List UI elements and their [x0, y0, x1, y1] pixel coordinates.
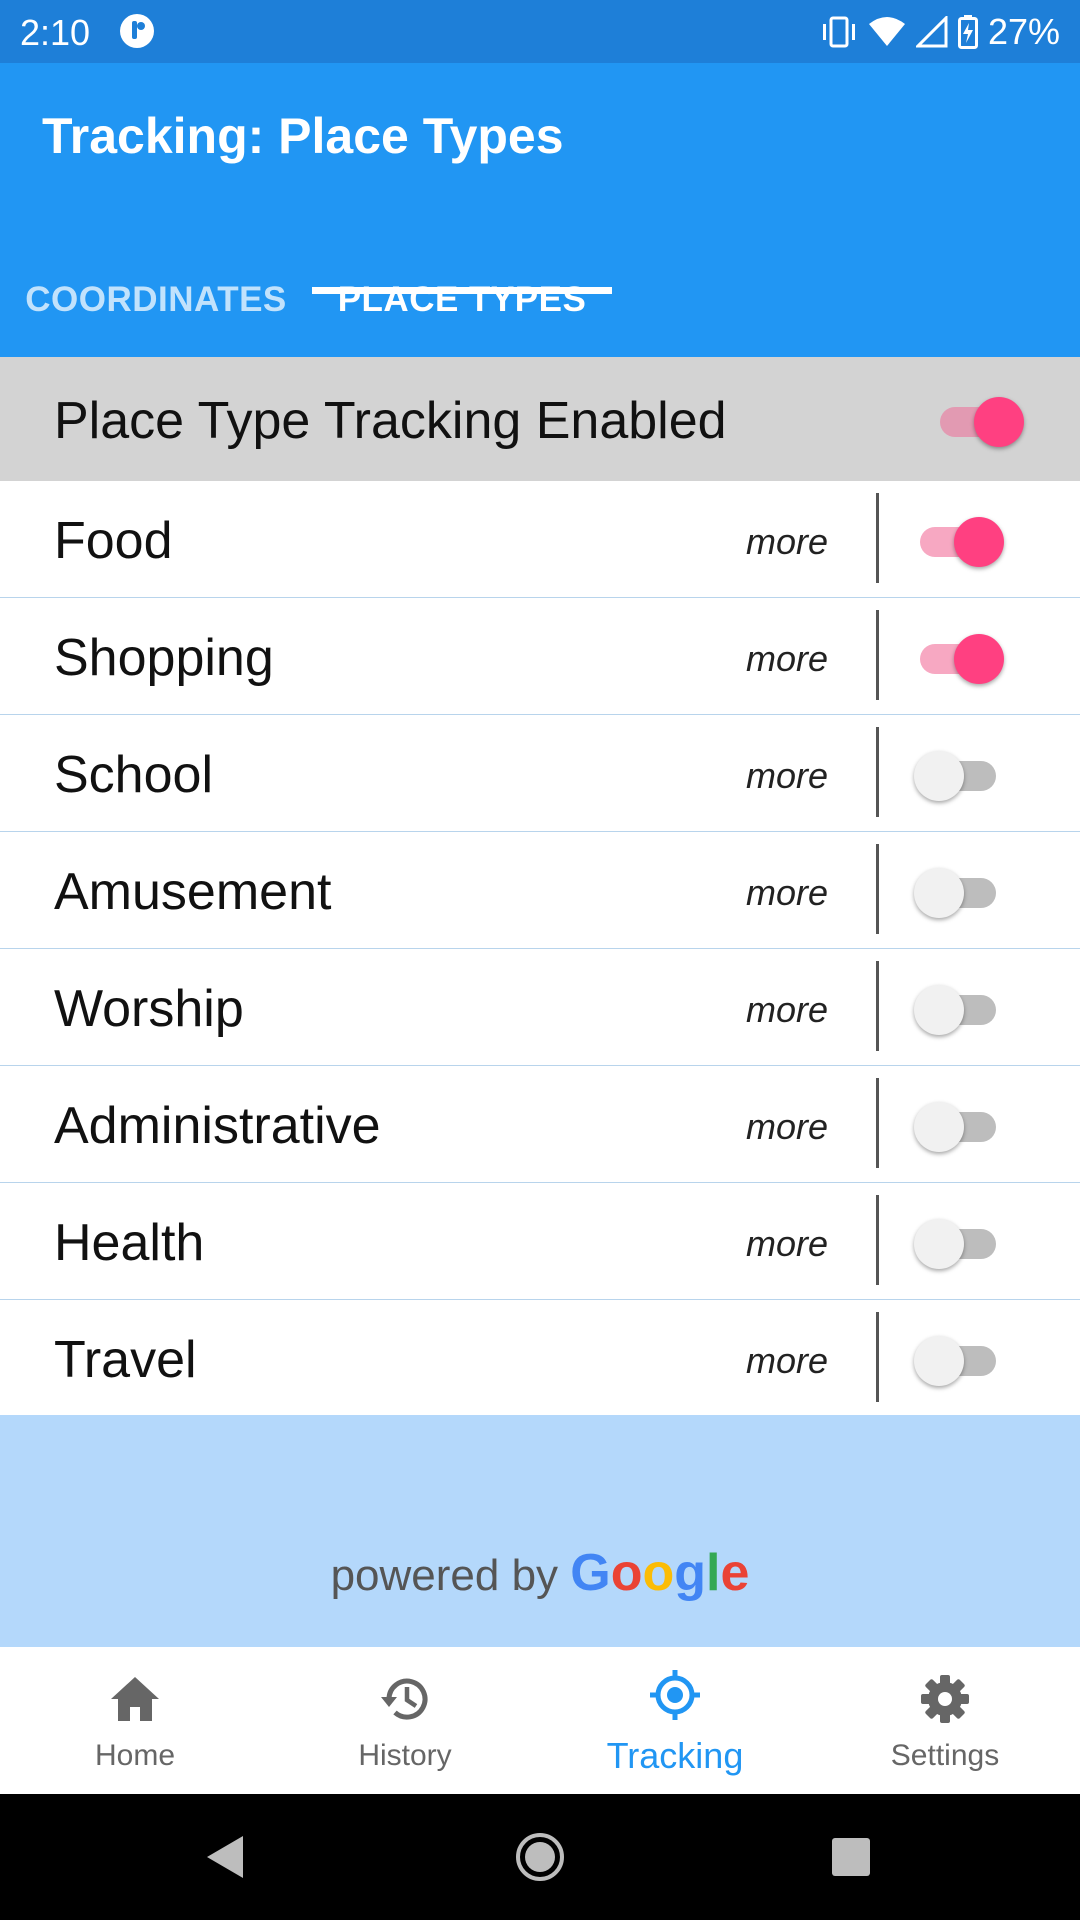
powered-by-google: powered by Google: [0, 1543, 1080, 1603]
food-toggle[interactable]: [914, 509, 1004, 569]
divider: [876, 1078, 879, 1168]
wifi-icon: [868, 17, 905, 46]
toggle-thumb: [914, 868, 964, 918]
place-type-label: Health: [54, 1214, 205, 1272]
toggle-thumb: [914, 1102, 964, 1152]
toggle-thumb: [914, 751, 964, 801]
toggle-thumb: [954, 517, 1004, 567]
status-bar: 2:10 27%: [0, 0, 1080, 63]
battery-charging-icon: [957, 15, 978, 49]
home-circle-icon[interactable]: [515, 1832, 565, 1882]
status-icons: 27%: [820, 10, 1060, 54]
signal-icon: [915, 16, 948, 48]
place-type-tracking-toggle[interactable]: [934, 389, 1024, 449]
place-type-tracking-label: Place Type Tracking Enabled: [54, 392, 727, 450]
list-item-school: School more: [0, 715, 1080, 832]
amusement-toggle[interactable]: [914, 860, 1004, 920]
divider: [876, 493, 879, 583]
more-link[interactable]: more: [746, 1340, 828, 1382]
battery-percentage: 27%: [987, 11, 1060, 52]
toggle-thumb: [914, 985, 964, 1035]
system-navigation-bar: [0, 1794, 1080, 1920]
health-toggle[interactable]: [914, 1211, 1004, 1271]
tab-bar: COORDINATES PLACE TYPES: [0, 243, 1080, 357]
more-link[interactable]: more: [746, 1223, 828, 1265]
divider: [876, 1195, 879, 1285]
google-attribution: powered by Google: [0, 1415, 1080, 1647]
back-icon[interactable]: [205, 1834, 247, 1880]
place-type-label: Food: [54, 512, 173, 570]
more-link[interactable]: more: [746, 872, 828, 914]
list-item-worship: Worship more: [0, 949, 1080, 1066]
google-logo-letter: o: [610, 1544, 643, 1602]
google-logo-letter: G: [570, 1544, 611, 1602]
place-type-label: Administrative: [54, 1097, 381, 1155]
toggle-thumb: [974, 397, 1024, 447]
nav-history[interactable]: History: [270, 1647, 540, 1794]
nav-settings-label: Settings: [890, 1739, 1000, 1772]
nav-tracking[interactable]: Tracking: [540, 1647, 810, 1794]
more-link[interactable]: more: [746, 755, 828, 797]
google-logo-letter: e: [720, 1544, 750, 1602]
place-type-label: Shopping: [54, 629, 274, 687]
google-logo-letter: g: [674, 1544, 707, 1602]
place-type-label: Amusement: [54, 863, 332, 921]
toggle-thumb: [954, 634, 1004, 684]
toggle-thumb: [914, 1219, 964, 1269]
history-icon: [381, 1678, 428, 1720]
administrative-toggle[interactable]: [914, 1094, 1004, 1154]
google-logo-letter: o: [642, 1544, 675, 1602]
tab-place-types[interactable]: PLACE TYPES: [312, 243, 612, 357]
place-type-label: Worship: [54, 980, 244, 1038]
divider: [876, 727, 879, 817]
worship-toggle[interactable]: [914, 977, 1004, 1037]
divider: [876, 610, 879, 700]
school-toggle[interactable]: [914, 743, 1004, 803]
bottom-navigation: Home History Tracking Settings: [0, 1647, 1080, 1794]
app-bar: Tracking: Place Types COORDINATES PLACE …: [0, 63, 1080, 357]
place-type-list: Food more Shopping more School more Amus…: [0, 481, 1080, 1416]
recents-square-icon[interactable]: [830, 1836, 872, 1878]
google-logo-letter: l: [706, 1544, 721, 1602]
divider: [876, 844, 879, 934]
status-time: 2:10: [20, 12, 91, 53]
list-item-administrative: Administrative more: [0, 1066, 1080, 1183]
active-tab-indicator: [312, 287, 612, 294]
place-type-tracking-row: Place Type Tracking Enabled: [0, 357, 1080, 481]
travel-toggle[interactable]: [914, 1328, 1004, 1388]
list-item-food: Food more: [0, 481, 1080, 598]
list-item-shopping: Shopping more: [0, 598, 1080, 715]
list-item-health: Health more: [0, 1183, 1080, 1300]
tab-coordinates[interactable]: COORDINATES: [0, 243, 312, 357]
app-notification-icon: [120, 14, 154, 48]
nav-tracking-label: Tracking: [606, 1735, 744, 1776]
vibrate-icon: [822, 16, 855, 48]
nav-home[interactable]: Home: [0, 1647, 270, 1794]
divider: [876, 961, 879, 1051]
nav-home-label: Home: [94, 1739, 176, 1772]
home-icon: [111, 1677, 159, 1721]
shopping-toggle[interactable]: [914, 626, 1004, 686]
divider: [876, 1312, 879, 1402]
list-item-amusement: Amusement more: [0, 832, 1080, 949]
more-link[interactable]: more: [746, 638, 828, 680]
nav-settings[interactable]: Settings: [810, 1647, 1080, 1794]
gps-target-icon: [650, 1670, 700, 1720]
list-item-travel: Travel more: [0, 1300, 1080, 1416]
gear-icon: [921, 1675, 969, 1723]
toggle-thumb: [914, 1336, 964, 1386]
more-link[interactable]: more: [746, 521, 828, 563]
more-link[interactable]: more: [746, 1106, 828, 1148]
nav-history-label: History: [358, 1739, 452, 1772]
place-type-label: Travel: [54, 1331, 197, 1389]
page-title: Tracking: Place Types: [42, 108, 564, 164]
more-link[interactable]: more: [746, 989, 828, 1031]
place-type-label: School: [54, 746, 213, 804]
powered-by-text: powered by: [330, 1551, 559, 1600]
